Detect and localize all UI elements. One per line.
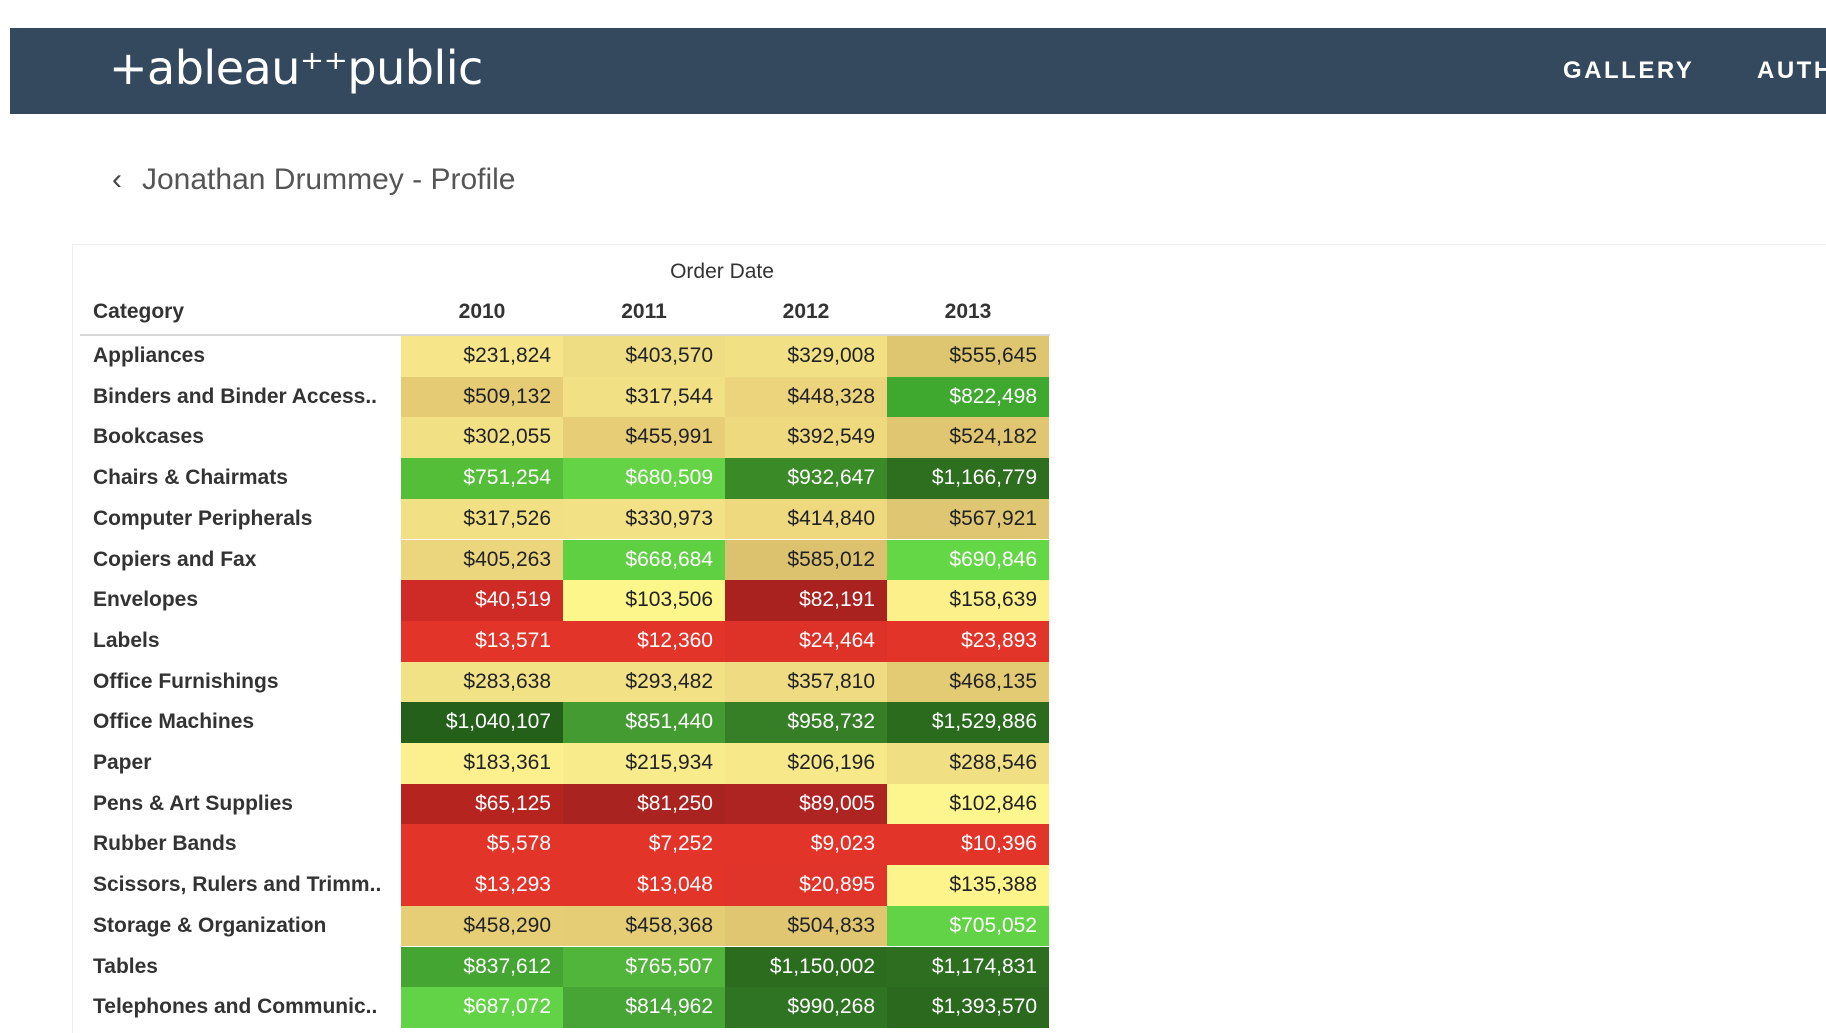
- heatmap-cell[interactable]: $509,132: [401, 376, 563, 418]
- heatmap-cell[interactable]: $1,040,107: [401, 702, 563, 743]
- heatmap-cell[interactable]: $705,052: [887, 905, 1049, 947]
- row-category-label: Tables: [93, 954, 158, 978]
- heatmap-cell[interactable]: $405,263: [401, 539, 563, 581]
- heatmap-cell[interactable]: $990,268: [725, 987, 887, 1028]
- row-category-label: Scissors, Rulers and Trimm..: [93, 873, 382, 897]
- breadcrumb-profile-link[interactable]: Jonathan Drummey - Profile: [142, 163, 515, 196]
- heatmap-cell[interactable]: $814,962: [563, 987, 725, 1028]
- heatmap-cell[interactable]: $392,549: [725, 417, 887, 459]
- row-category-label: Rubber Bands: [93, 832, 237, 856]
- heatmap-cell[interactable]: $555,645: [887, 336, 1049, 377]
- heatmap-cell[interactable]: $837,612: [401, 946, 563, 988]
- nav-authors-link[interactable]: AUTH: [1757, 54, 1826, 88]
- row-category-label: Envelopes: [93, 588, 199, 612]
- heatmap-cell[interactable]: $448,328: [725, 376, 887, 418]
- heatmap-cell[interactable]: $414,840: [725, 498, 887, 540]
- tableau-public-logo[interactable]: +ableau⁺⁺public: [109, 36, 483, 100]
- heatmap-cell[interactable]: $680,509: [563, 458, 725, 499]
- heatmap-cell[interactable]: $851,440: [563, 702, 725, 743]
- heatmap-cell[interactable]: $103,506: [563, 580, 725, 621]
- top-navigation-bar: +ableau⁺⁺public GALLERY AUTH: [10, 28, 1826, 114]
- heatmap-cell[interactable]: $458,368: [563, 905, 725, 947]
- heatmap-cell[interactable]: $504,833: [725, 905, 887, 947]
- row-category-label: Chairs & Chairmats: [93, 466, 288, 490]
- heatmap-cell[interactable]: $687,072: [401, 987, 563, 1028]
- heatmap-cell[interactable]: $1,150,002: [725, 946, 887, 988]
- heatmap-cell[interactable]: $183,361: [401, 743, 563, 784]
- heatmap-cell[interactable]: $958,732: [725, 702, 887, 743]
- heatmap-cell[interactable]: $585,012: [725, 539, 887, 581]
- heatmap-cell[interactable]: $1,393,570: [887, 987, 1049, 1028]
- heatmap-cell[interactable]: $231,824: [401, 336, 563, 377]
- breadcrumb[interactable]: ‹ Jonathan Drummey - Profile: [112, 158, 515, 202]
- column-group-header: Order Date: [670, 260, 774, 283]
- heatmap-cell[interactable]: $302,055: [401, 417, 563, 459]
- row-category-label: Office Machines: [93, 710, 255, 734]
- row-category-label: Telephones and Communic..: [93, 995, 378, 1019]
- heatmap-cell[interactable]: $24,464: [725, 620, 887, 662]
- column-header-2012: 2012: [782, 300, 830, 323]
- row-category-label: Storage & Organization: [93, 913, 327, 937]
- heatmap-cell[interactable]: $293,482: [563, 661, 725, 703]
- heatmap-cell[interactable]: $317,526: [401, 498, 563, 540]
- heatmap-cell[interactable]: $215,934: [563, 743, 725, 784]
- chevron-left-icon[interactable]: ‹: [112, 158, 142, 202]
- heatmap-cell[interactable]: $751,254: [401, 458, 563, 499]
- heatmap-cell[interactable]: $7,252: [563, 824, 725, 866]
- heatmap-cell[interactable]: $20,895: [725, 865, 887, 906]
- heatmap-cell[interactable]: $102,846: [887, 783, 1049, 825]
- heatmap-cell[interactable]: $468,135: [887, 661, 1049, 703]
- row-category-label: Copiers and Fax: [93, 547, 257, 571]
- column-header-2010: 2010: [458, 300, 506, 323]
- heatmap-cell[interactable]: $524,182: [887, 417, 1049, 459]
- row-category-label: Computer Peripherals: [93, 506, 313, 530]
- heatmap-cell[interactable]: $9,023: [725, 824, 887, 866]
- heatmap-cell[interactable]: $13,048: [563, 865, 725, 906]
- heatmap-cell[interactable]: $23,893: [887, 620, 1049, 662]
- column-header-2013: 2013: [944, 300, 992, 323]
- row-category-label: Labels: [93, 628, 160, 652]
- heatmap-cell[interactable]: $5,578: [401, 824, 563, 866]
- row-category-label: Office Furnishings: [93, 669, 279, 693]
- heatmap-cell[interactable]: $668,684: [563, 539, 725, 581]
- heatmap-cell[interactable]: $458,290: [401, 905, 563, 947]
- heatmap-cell[interactable]: $330,973: [563, 498, 725, 540]
- heatmap-cell[interactable]: $455,991: [563, 417, 725, 459]
- heatmap-cell[interactable]: $317,544: [563, 376, 725, 418]
- heatmap-cell[interactable]: $89,005: [725, 783, 887, 825]
- heatmap-cell[interactable]: $65,125: [401, 783, 563, 825]
- heatmap-cell[interactable]: $403,570: [563, 336, 725, 377]
- heatmap-cell[interactable]: $1,529,886: [887, 702, 1049, 743]
- row-category-label: Binders and Binder Access..: [93, 384, 377, 408]
- heatmap-cell[interactable]: $13,293: [401, 865, 563, 906]
- heatmap-cell[interactable]: $82,191: [725, 580, 887, 621]
- heatmap-cell[interactable]: $822,498: [887, 376, 1049, 418]
- heatmap-cell[interactable]: $1,174,831: [887, 946, 1049, 988]
- column-header-2011: 2011: [621, 300, 667, 323]
- nav-gallery-link[interactable]: GALLERY: [1563, 54, 1694, 88]
- row-category-label: Appliances: [93, 344, 206, 367]
- heatmap-cell[interactable]: $13,571: [401, 620, 563, 662]
- heatmap-cell[interactable]: $135,388: [887, 865, 1049, 906]
- heatmap-cell[interactable]: $81,250: [563, 783, 725, 825]
- heatmap-cell[interactable]: $10,396: [887, 824, 1049, 866]
- heatmap-cell[interactable]: $288,546: [887, 743, 1049, 784]
- heatmap-cell[interactable]: $283,638: [401, 661, 563, 703]
- row-category-label: Pens & Art Supplies: [93, 791, 293, 815]
- heatmap-cell[interactable]: $158,639: [887, 580, 1049, 621]
- heatmap-cell[interactable]: $567,921: [887, 498, 1049, 540]
- heatmap-cell[interactable]: $329,008: [725, 336, 887, 377]
- heatmap-cell[interactable]: $932,647: [725, 458, 887, 499]
- heatmap-cell[interactable]: $206,196: [725, 743, 887, 784]
- heatmap-cell[interactable]: $690,846: [887, 539, 1049, 581]
- heatmap-cell[interactable]: $1,166,779: [887, 458, 1049, 499]
- row-header-category: Category: [93, 300, 185, 323]
- heatmap-cell[interactable]: $12,360: [563, 620, 725, 662]
- row-category-label: Bookcases: [93, 425, 204, 449]
- heatmap-cell[interactable]: $765,507: [563, 946, 725, 988]
- heatmap-cell[interactable]: $40,519: [401, 580, 563, 621]
- row-category-label: Paper: [93, 751, 152, 774]
- heatmap-cell[interactable]: $357,810: [725, 661, 887, 703]
